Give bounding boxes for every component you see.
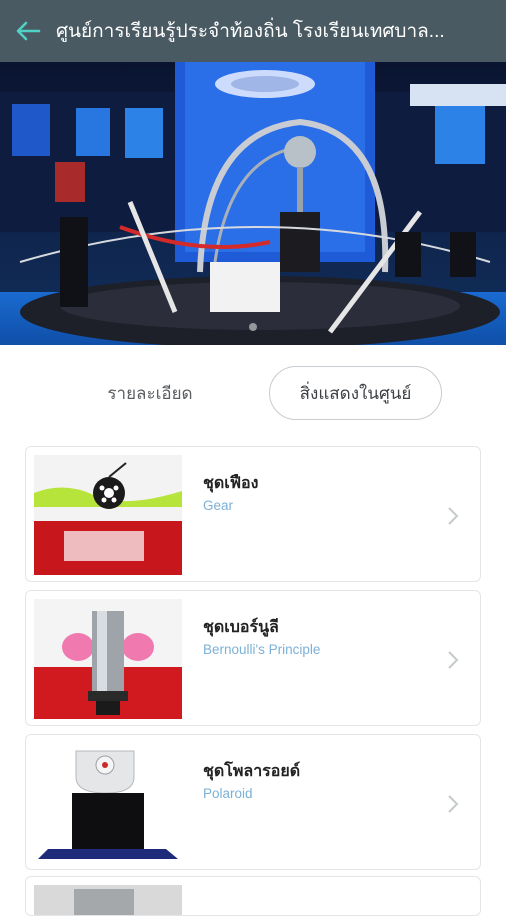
exhibit-title: ชุดโพลารอยด์ bbox=[203, 763, 301, 780]
back-button[interactable] bbox=[0, 0, 56, 62]
exhibit-card-partial[interactable] bbox=[25, 876, 481, 916]
exhibit-thumbnail bbox=[34, 743, 182, 863]
tab-bar: รายละเอียด สิ่งแสดงในศูนย์ bbox=[0, 366, 506, 422]
exhibit-subtitle: Bernoulli's Principle bbox=[203, 642, 321, 657]
exhibit-card-polaroid[interactable]: ชุดโพลารอยด์ Polaroid bbox=[25, 734, 481, 870]
chevron-right-icon bbox=[448, 795, 459, 813]
exhibit-thumbnail bbox=[34, 599, 182, 719]
tab-exhibits[interactable]: สิ่งแสดงในศูนย์ bbox=[269, 366, 442, 420]
exhibit-title: ชุดเบอร์นูลี bbox=[203, 619, 279, 636]
arrow-left-icon bbox=[16, 21, 41, 41]
exhibit-title: ชุดเฟือง bbox=[203, 475, 259, 492]
exhibit-thumbnail bbox=[34, 455, 182, 575]
chevron-right-icon bbox=[448, 651, 459, 669]
exhibit-subtitle: Polaroid bbox=[203, 786, 253, 801]
exhibit-subtitle: Gear bbox=[203, 498, 234, 513]
hero-image bbox=[0, 62, 506, 345]
exhibit-thumbnail bbox=[34, 885, 182, 915]
exhibit-card-gear[interactable]: ชุดเฟือง Gear bbox=[25, 446, 481, 582]
app-bar: ศูนย์การเรียนรู้ประจำท้องถิ่น โรงเรียนเท… bbox=[0, 0, 506, 62]
page-title: ศูนย์การเรียนรู้ประจำท้องถิ่น โรงเรียนเท… bbox=[56, 21, 445, 42]
exhibit-card-bernoulli[interactable]: ชุดเบอร์นูลี Bernoulli's Principle bbox=[25, 590, 481, 726]
tab-details[interactable]: รายละเอียด bbox=[60, 366, 240, 420]
chevron-right-icon bbox=[448, 507, 459, 525]
